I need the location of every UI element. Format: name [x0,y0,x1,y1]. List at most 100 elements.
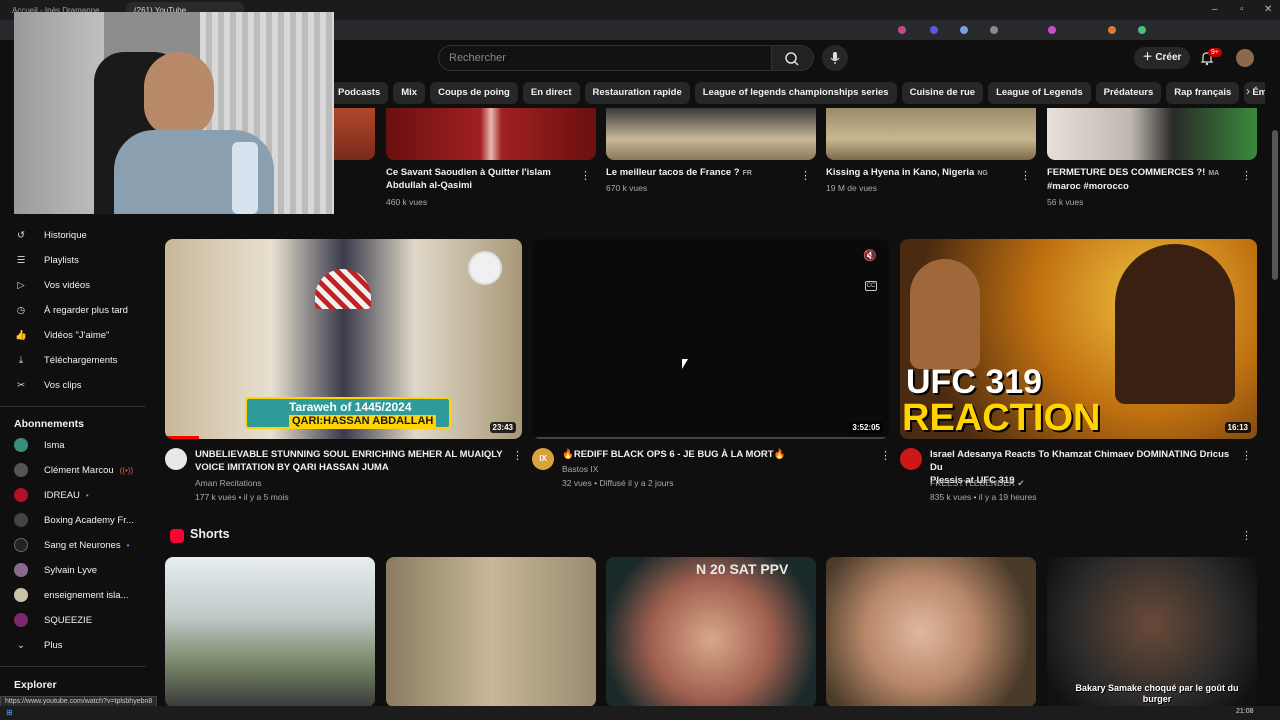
chip-league-of-legends[interactable]: League of Legends [988,82,1091,104]
sidebar-sub-sylvain-lyve[interactable]: Sylvain Lyve [14,561,144,581]
minimize-icon[interactable]: – [1212,4,1218,15]
more-options-icon[interactable]: ⋮ [1241,169,1252,182]
your-videos-icon: ▷ [17,280,25,291]
more-options-icon[interactable]: ⋮ [1241,449,1252,462]
more-options-icon[interactable]: ⋮ [580,169,591,182]
avatar[interactable] [1236,49,1254,67]
page-scrollbar[interactable] [1272,130,1278,280]
more-options-icon[interactable]: ⋮ [880,449,891,462]
extension-icon[interactable] [930,26,938,34]
country-badge: NG [977,170,988,177]
channel-avatar[interactable]: IX [532,448,554,470]
sidebar-sub-sang-et-neurones[interactable]: Sang et Neurones • [14,536,144,556]
sidebar-sub-enseignement[interactable]: enseignement isla... [14,586,144,606]
windows-start-icon[interactable]: ⊞ [6,708,13,717]
more-options-icon[interactable]: ⋮ [1241,529,1252,542]
extension-icon[interactable] [990,26,998,34]
search-input[interactable]: Rechercher [438,45,772,71]
chip-predateurs[interactable]: Prédateurs [1095,82,1162,104]
chip-rap-francais[interactable]: Rap français [1166,82,1240,104]
shorts-logo-icon [170,529,184,543]
sidebar-item-your-videos[interactable]: ▷ Vos vidéos [14,276,144,296]
video-title[interactable]: UNBELIEVABLE STUNNING SOUL ENRICHING MEH… [195,448,505,474]
mute-icon[interactable]: 🔇 [863,249,877,262]
more-options-icon[interactable]: ⋮ [800,169,811,182]
clips-icon: ✂ [17,380,25,391]
sidebar-sub-idreau[interactable]: IDREAU • [14,486,144,506]
chip-restauration-rapide[interactable]: Restauration rapide [584,82,690,104]
sidebar-item-label: Sang et Neurones [44,540,121,551]
short-thumbnail[interactable]: Bakary Samake choqué par le goût du burg… [1047,557,1257,707]
sidebar-item-history[interactable]: ↺ Historique [14,226,144,246]
sidebar-item-label: Boxing Academy Fr... [44,515,134,526]
voice-search-button[interactable] [822,45,848,71]
sidebar-item-playlists[interactable]: ☰ Playlists [14,251,144,271]
sidebar-sub-squeezie[interactable]: SQUEEZIE [14,611,144,631]
sidebar-sub-isma[interactable]: Isma [14,436,144,456]
chip-lol-championship[interactable]: League of legends championships series [694,82,897,104]
extension-icon[interactable] [960,26,968,34]
maximize-icon[interactable]: ▫ [1240,4,1244,15]
video-thumbnail[interactable] [330,108,375,160]
chip-mix[interactable]: Mix [393,82,426,104]
short-thumbnail[interactable] [386,557,596,707]
chip-en-direct[interactable]: En direct [522,82,580,104]
video-title[interactable]: Le meilleur tacos de France ? FR [606,166,796,180]
duration-badge: 23:43 [489,422,516,433]
title-line: VOICE IMITATION BY QARI HASSAN JUMA [195,462,389,473]
video-thumbnail[interactable] [1047,108,1257,160]
channel-avatar[interactable] [900,448,922,470]
sidebar-more[interactable]: ⌄ Plus [14,636,144,656]
chip-coups-de-poing[interactable]: Coups de poing [430,82,518,104]
overlay-text: REACTION [902,397,1101,439]
video-meta: 56 k vues [1047,197,1084,207]
video-title[interactable]: 🔥REDIFF BLACK OPS 6 - JE BUG À LA MORT🔥 [562,448,872,461]
sidebar-item-clips[interactable]: ✂ Vos clips [14,376,144,396]
sidebar-item-label: Isma [44,440,65,451]
chip-podcasts[interactable]: Podcasts [330,82,389,104]
sidebar-item-liked[interactable]: 👍 Vidéos "J'aime" [14,326,144,346]
extension-icon[interactable] [1108,26,1116,34]
more-options-icon[interactable]: ⋮ [1020,169,1031,182]
video-meta: 670 k vues [606,183,648,193]
new-content-dot-icon: • [85,491,89,500]
sidebar-item-watch-later[interactable]: ◷ À regarder plus tard [14,301,144,321]
video-preview-player[interactable]: 🔇 CC 3:52:05 [532,239,889,439]
video-thumbnail[interactable]: Taraweh of 1445/2024 QARI:HASSAN ABDALLA… [165,239,522,439]
captions-icon[interactable]: CC [865,281,877,291]
short-thumbnail[interactable] [826,557,1036,707]
sidebar-item-label: Vos clips [44,380,82,391]
chip-cuisine-de-rue[interactable]: Cuisine de rue [901,82,984,104]
short-thumbnail[interactable] [165,557,375,707]
sidebar-sub-clement-marcou[interactable]: Clément Marcou ((•)) [14,461,144,481]
channel-name[interactable]: Aman Recitations [195,476,262,490]
close-icon[interactable]: ✕ [1264,4,1272,15]
mic-icon [830,52,840,64]
channel-name[interactable]: Bastos IX [562,462,598,476]
poster-text: N 20 SAT PPV [696,561,789,577]
progress-track[interactable] [532,437,889,439]
short-thumbnail[interactable]: N 20 SAT PPV [606,557,816,707]
video-title[interactable]: FERMETURE DES COMMERCES ?! MA #maroc #moro… [1047,166,1237,193]
video-thumbnail[interactable] [826,108,1036,160]
chevron-right-icon[interactable]: › [1246,84,1250,98]
channel-name[interactable]: FREESTYLEBENDER ✔ [930,476,1025,490]
title-line: UNBELIEVABLE STUNNING SOUL ENRICHING MEH… [195,449,503,460]
video-thumbnail[interactable]: UFC 319 REACTION 16:13 [900,239,1257,439]
extension-icon[interactable] [1138,26,1146,34]
extension-icon[interactable] [1048,26,1056,34]
channel-avatar [14,438,28,453]
fighter-shape [1115,244,1235,404]
video-thumbnail[interactable] [386,108,596,160]
sidebar-sub-boxing-academy[interactable]: Boxing Academy Fr... [14,511,144,531]
video-thumbnail[interactable] [606,108,816,160]
extension-icon[interactable] [898,26,906,34]
channel-avatar[interactable] [165,448,187,470]
video-title[interactable]: Kissing a Hyena in Kano, Nigeria NG [826,166,1016,180]
create-button[interactable]: ＋ Créer [1134,47,1190,69]
sidebar-item-downloads[interactable]: ⤓ Téléchargements [14,351,144,371]
video-title[interactable]: Ce Savant Saoudien à Quitter l'islam Abdu… [386,166,576,192]
more-options-icon[interactable]: ⋮ [512,449,523,462]
playlists-icon: ☰ [16,255,26,266]
search-button[interactable] [772,45,814,71]
